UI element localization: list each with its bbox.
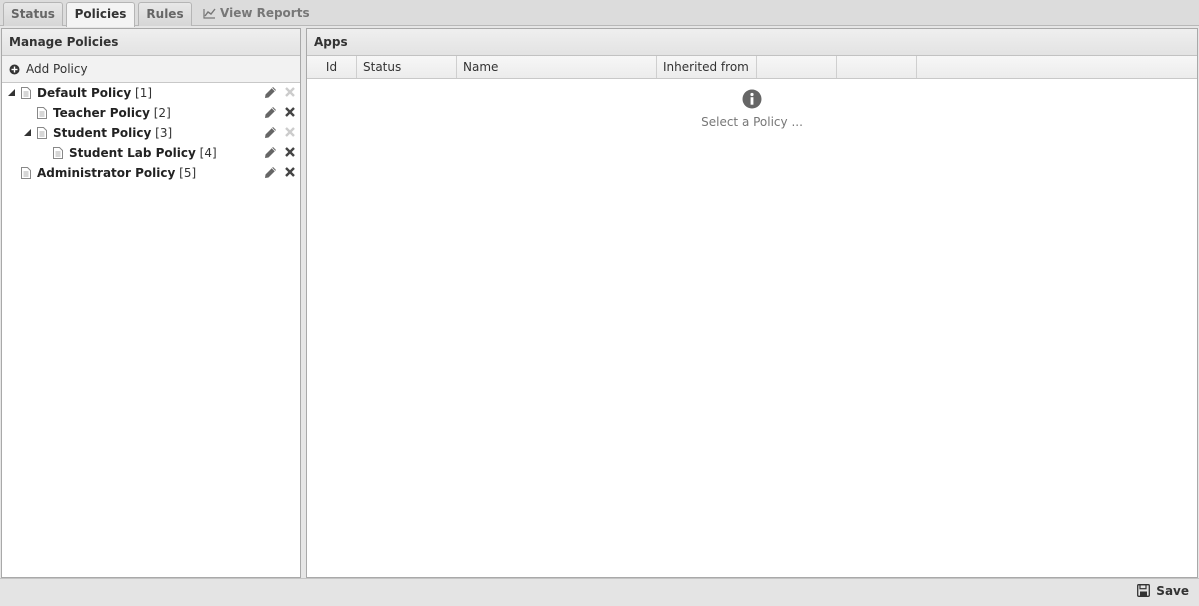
expanded-arrow-icon[interactable]	[8, 89, 15, 96]
document-icon	[53, 147, 63, 159]
bottom-bar: Save	[0, 578, 1199, 606]
save-button[interactable]: Save	[1137, 584, 1189, 598]
column-header-name[interactable]: Name	[457, 56, 657, 78]
policy-tree-row[interactable]: Default Policy [1]	[2, 83, 300, 103]
column-header-id[interactable]: Id	[307, 56, 357, 78]
column-header-action-2	[837, 56, 917, 78]
policies-toolbar: Add Policy	[2, 56, 300, 83]
tab-bar: Status Policies Rules View Reports	[0, 0, 1199, 27]
policy-label[interactable]: Student Lab Policy [4]	[69, 143, 217, 163]
column-header-inherited-from[interactable]: Inherited from	[657, 56, 757, 78]
expanded-arrow-icon[interactable]	[24, 129, 31, 136]
view-reports-label: View Reports	[220, 6, 310, 20]
policy-id: [5]	[179, 166, 197, 180]
policy-tree-row[interactable]: Student Policy [3]	[2, 123, 300, 143]
manage-policies-panel: Manage Policies Add Policy Default Polic…	[1, 28, 301, 578]
delete-x-icon	[285, 127, 295, 137]
policy-label[interactable]: Default Policy [1]	[37, 83, 152, 103]
add-policy-button[interactable]: Add Policy	[9, 62, 88, 76]
delete-x-icon[interactable]	[285, 167, 295, 177]
policy-id: [2]	[153, 106, 171, 120]
pencil-icon[interactable]	[264, 86, 277, 99]
add-policy-label: Add Policy	[26, 62, 88, 76]
policy-tree-row[interactable]: Student Lab Policy [4]	[2, 143, 300, 163]
document-icon	[21, 87, 31, 99]
chart-line-icon	[203, 8, 216, 19]
tab-rules[interactable]: Rules	[138, 2, 192, 26]
delete-x-icon	[285, 87, 295, 97]
pencil-icon[interactable]	[264, 146, 277, 159]
policy-name: Student Lab Policy	[69, 146, 196, 160]
pencil-icon[interactable]	[264, 166, 277, 179]
apps-title: Apps	[307, 29, 1197, 56]
apps-grid-header: Id Status Name Inherited from	[307, 56, 1197, 79]
policy-label[interactable]: Teacher Policy [2]	[53, 103, 171, 123]
info-icon	[742, 89, 762, 109]
policy-name: Default Policy	[37, 86, 132, 100]
column-header-status[interactable]: Status	[357, 56, 457, 78]
document-icon	[37, 107, 47, 119]
tab-view-reports[interactable]: View Reports	[203, 2, 310, 24]
policy-id: [1]	[135, 86, 153, 100]
policy-label[interactable]: Student Policy [3]	[53, 123, 172, 143]
document-icon	[21, 167, 31, 179]
policy-id: [4]	[199, 146, 217, 160]
pencil-icon[interactable]	[264, 126, 277, 139]
policy-name: Administrator Policy	[37, 166, 176, 180]
policy-tree: Default Policy [1] Teacher Policy [2] Stud…	[2, 83, 300, 183]
tab-status[interactable]: Status	[3, 2, 63, 26]
policy-name: Student Policy	[53, 126, 152, 140]
policy-tree-row[interactable]: Administrator Policy [5]	[2, 163, 300, 183]
plus-circle-icon	[9, 64, 20, 75]
policy-name: Teacher Policy	[53, 106, 150, 120]
empty-state: Select a Policy ...	[307, 89, 1197, 129]
pencil-icon[interactable]	[264, 106, 277, 119]
policy-id: [3]	[155, 126, 173, 140]
policy-tree-row[interactable]: Teacher Policy [2]	[2, 103, 300, 123]
manage-policies-title: Manage Policies	[2, 29, 300, 56]
tab-policies[interactable]: Policies	[66, 2, 135, 27]
empty-state-text: Select a Policy ...	[701, 115, 803, 129]
floppy-disk-icon	[1137, 584, 1151, 597]
apps-panel: Apps Id Status Name Inherited from Selec…	[306, 28, 1198, 578]
delete-x-icon[interactable]	[285, 107, 295, 117]
save-label: Save	[1156, 584, 1189, 598]
delete-x-icon[interactable]	[285, 147, 295, 157]
policy-label[interactable]: Administrator Policy [5]	[37, 163, 196, 183]
document-icon	[37, 127, 47, 139]
column-header-action-1	[757, 56, 837, 78]
